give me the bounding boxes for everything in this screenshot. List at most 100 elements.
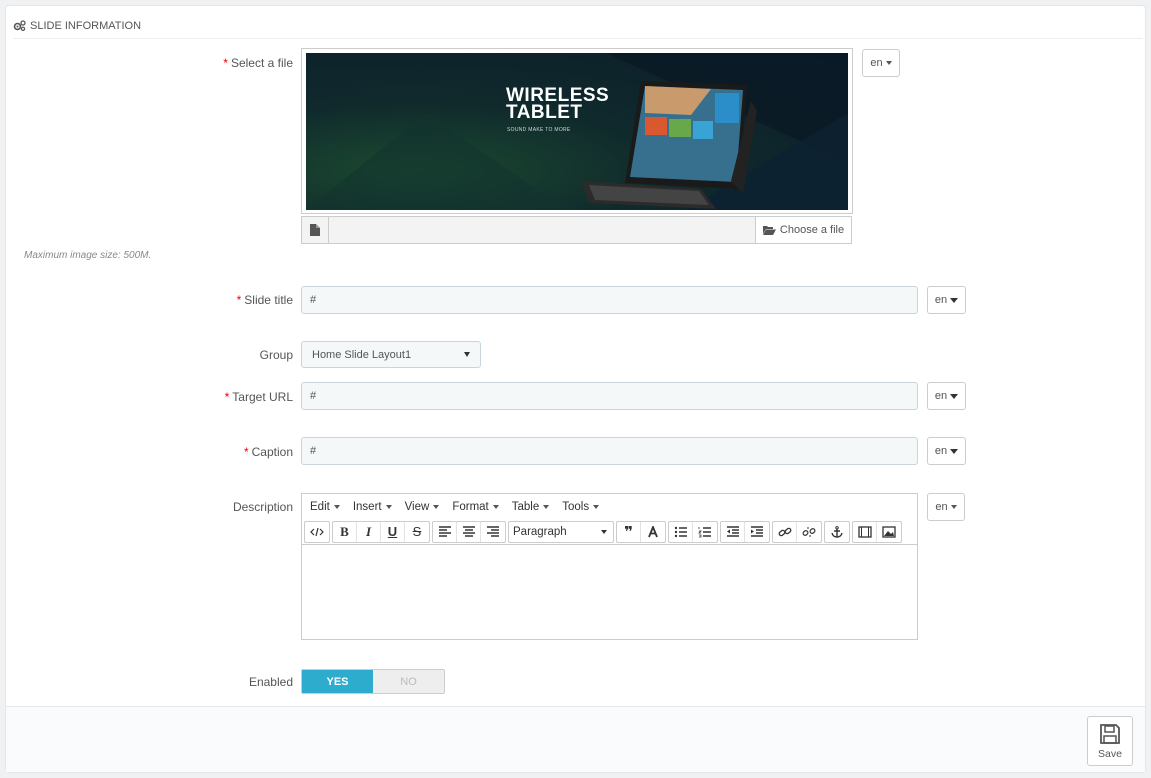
bold-icon[interactable]: B (333, 521, 357, 542)
caret-down-icon (950, 448, 959, 454)
underline-icon[interactable]: U (381, 521, 405, 542)
banner-title: WIRELESS TABLET (506, 86, 609, 123)
save-label: Save (1098, 747, 1122, 760)
italic-icon[interactable]: I (357, 521, 381, 542)
choose-file-button[interactable]: Choose a file (755, 217, 851, 243)
menu-label: Format (452, 500, 489, 513)
align-left-icon[interactable] (433, 521, 457, 542)
blockquote-icon[interactable]: ❞ (617, 521, 641, 542)
anchor-icon[interactable] (825, 522, 849, 542)
slide-title-label: * Slide title (7, 293, 293, 307)
lang-label: en (934, 445, 948, 457)
cogs-icon (13, 20, 26, 31)
align-center-icon[interactable] (457, 521, 481, 542)
group-select[interactable]: Home Slide Layout1 (301, 341, 481, 368)
enabled-label: Enabled (248, 675, 293, 689)
caption-input[interactable]: # (301, 437, 918, 465)
menu-tools[interactable]: Tools (562, 500, 600, 513)
indent-icon[interactable] (745, 522, 769, 542)
description-lang-button[interactable]: en (927, 493, 965, 521)
numbered-list-icon[interactable] (693, 522, 717, 542)
menu-label: View (404, 500, 430, 513)
max-image-size-help: Maximum image size: 500M. (24, 250, 152, 261)
caption-label: * Caption (7, 445, 293, 459)
bullet-list-icon[interactable] (669, 521, 693, 542)
banner-image: WIRELESS TABLET SOUND MAKE TO MORE (306, 53, 848, 210)
select-file-label: * Select a file (7, 56, 293, 70)
unlink-icon[interactable] (797, 522, 821, 542)
paragraph-format-select[interactable]: Paragraph (509, 522, 613, 542)
required-marker: * (223, 56, 228, 70)
target-url-value: # (310, 390, 317, 402)
link-icon[interactable] (773, 521, 797, 542)
file-input-group: Choose a file (301, 216, 852, 244)
menu-view[interactable]: View (405, 501, 440, 513)
enabled-no-option[interactable]: NO (373, 670, 444, 693)
panel-heading: SLIDE INFORMATION (13, 13, 1143, 39)
menu-label: Insert (352, 500, 382, 513)
media-icon[interactable] (853, 521, 877, 542)
description-label: Description (232, 500, 293, 514)
required-marker: * (243, 445, 249, 459)
panel-footer (6, 706, 1145, 772)
lang-label: en (934, 390, 948, 402)
required-marker: * (236, 293, 242, 307)
source-code-icon[interactable] (305, 522, 329, 542)
select-file-label-text: Select a file (230, 56, 293, 70)
caret-down-icon (601, 529, 607, 534)
caret-down-icon (333, 504, 340, 509)
caret-down-icon (885, 61, 892, 65)
outdent-icon[interactable] (721, 521, 745, 542)
file-icon (302, 217, 329, 243)
lang-label: en (935, 501, 948, 513)
target-url-label: * Target URL (7, 390, 293, 404)
editor-menubar: Edit Insert View Format Table Tools (302, 494, 917, 519)
caret-down-icon (492, 504, 499, 509)
text-color-icon[interactable] (641, 522, 665, 542)
target-url-label-text: Target URL (232, 390, 293, 404)
target-url-input[interactable]: # (301, 382, 918, 410)
banner-title-line2: TABLET (506, 102, 583, 123)
select-file-lang-button[interactable]: en (862, 49, 900, 77)
caption-lang-button[interactable]: en (927, 437, 966, 465)
caption-value: # (310, 445, 317, 457)
editor-content-area[interactable] (302, 545, 917, 639)
caption-label-text: Caption (251, 445, 293, 459)
lang-label: en (870, 57, 883, 69)
menu-edit[interactable]: Edit (310, 501, 340, 513)
folder-open-icon (762, 226, 776, 235)
image-icon[interactable] (877, 522, 901, 542)
description-rich-text-editor: Edit Insert View Format Table Tools B I … (301, 493, 918, 640)
strikethrough-icon[interactable]: S (405, 522, 429, 542)
menu-label: Edit (310, 500, 330, 513)
group-label: Group (259, 348, 293, 362)
caret-down-icon (593, 504, 600, 509)
banner-background-shapes (306, 53, 848, 210)
slide-title-label-text: Slide title (244, 293, 293, 307)
save-button[interactable]: Save (1087, 716, 1133, 766)
enabled-yes-option[interactable]: YES (302, 670, 373, 693)
slide-image-preview: WIRELESS TABLET SOUND MAKE TO MORE (301, 48, 853, 214)
slide-title-value: # (310, 294, 317, 306)
panel-title: SLIDE INFORMATION (30, 19, 142, 32)
align-right-icon[interactable] (481, 522, 505, 542)
menu-insert[interactable]: Insert (353, 501, 392, 513)
file-name-field[interactable] (329, 217, 755, 243)
required-marker: * (224, 390, 230, 404)
menu-label: Tools (562, 500, 590, 513)
slide-title-input[interactable]: # (301, 286, 918, 314)
choose-file-label: Choose a file (779, 224, 845, 236)
menu-format[interactable]: Format (452, 500, 499, 513)
caret-down-icon (950, 297, 959, 303)
paragraph-format-value: Paragraph (513, 525, 567, 538)
target-url-lang-button[interactable]: en (927, 382, 966, 410)
slide-title-lang-button[interactable]: en (927, 286, 966, 314)
lang-label: en (934, 294, 948, 306)
enabled-switch[interactable]: YES NO (301, 669, 445, 694)
menu-table[interactable]: Table (512, 501, 550, 513)
dropdown-arrow-icon (464, 352, 470, 357)
caret-down-icon (950, 393, 959, 399)
banner-subtitle: SOUND MAKE TO MORE (507, 127, 571, 133)
group-selected-value: Home Slide Layout1 (312, 348, 412, 361)
caret-down-icon (543, 504, 550, 509)
